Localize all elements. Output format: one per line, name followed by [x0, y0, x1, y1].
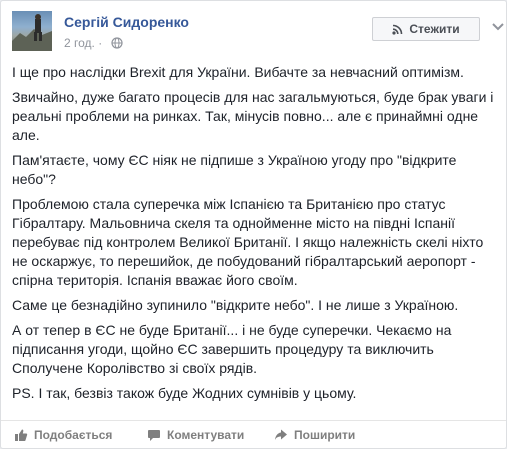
post-paragraph: Пам'ятаєте, чому ЄС ніяк не підпише з Ук… [12, 152, 457, 187]
post-header: Сергій Сидоренко 2 год. · Стежити [12, 11, 506, 55]
comment-button[interactable]: Коментувати [147, 428, 244, 442]
author-name[interactable]: Сергій Сидоренко [64, 14, 189, 30]
post-paragraph: І ще про наслідки Brexit для України. Ви… [12, 64, 464, 80]
post-text: І ще про наслідки Brexit для України. Ви… [12, 63, 498, 409]
post-paragraph: Звичайно, дуже багато процесів для нас з… [12, 89, 494, 143]
post-paragraph: Проблемою стала суперечка між Іспанією т… [12, 196, 484, 288]
avatar[interactable] [12, 11, 52, 51]
like-button-label: Подобається [34, 428, 113, 442]
rss-icon [392, 24, 403, 35]
share-button-label: Поширити [294, 428, 356, 442]
follow-button[interactable]: Стежити [372, 17, 480, 41]
comment-button-label: Коментувати [167, 428, 245, 442]
share-arrow-icon [275, 429, 287, 440]
post-paragraph: А от тепер в ЄС не буде Британії... і не… [12, 322, 452, 376]
post-actions-bar: Подобається Коментувати Поширити [1, 420, 506, 449]
post-meta: 2 год. · [64, 36, 123, 50]
avatar-photo [12, 14, 52, 51]
post-options-menu[interactable] [490, 19, 506, 35]
like-button[interactable]: Подобається [14, 428, 112, 442]
thumbs-up-icon [15, 429, 28, 441]
post-timestamp[interactable]: 2 год. [64, 36, 95, 50]
speech-bubble-icon [148, 430, 160, 441]
globe-icon[interactable] [110, 37, 123, 49]
post-card: Сергій Сидоренко 2 год. · Стежити І ще п… [0, 0, 507, 449]
chevron-down-icon [492, 23, 504, 31]
follow-button-label: Стежити [409, 22, 460, 36]
share-button[interactable]: Поширити [274, 428, 355, 442]
post-paragraph: Саме це безнадійно зупинило "відкрите не… [12, 297, 459, 313]
post-paragraph: PS. І так, безвіз також буде Жодних сумн… [12, 385, 357, 401]
post-meta-separator: · [98, 36, 106, 50]
